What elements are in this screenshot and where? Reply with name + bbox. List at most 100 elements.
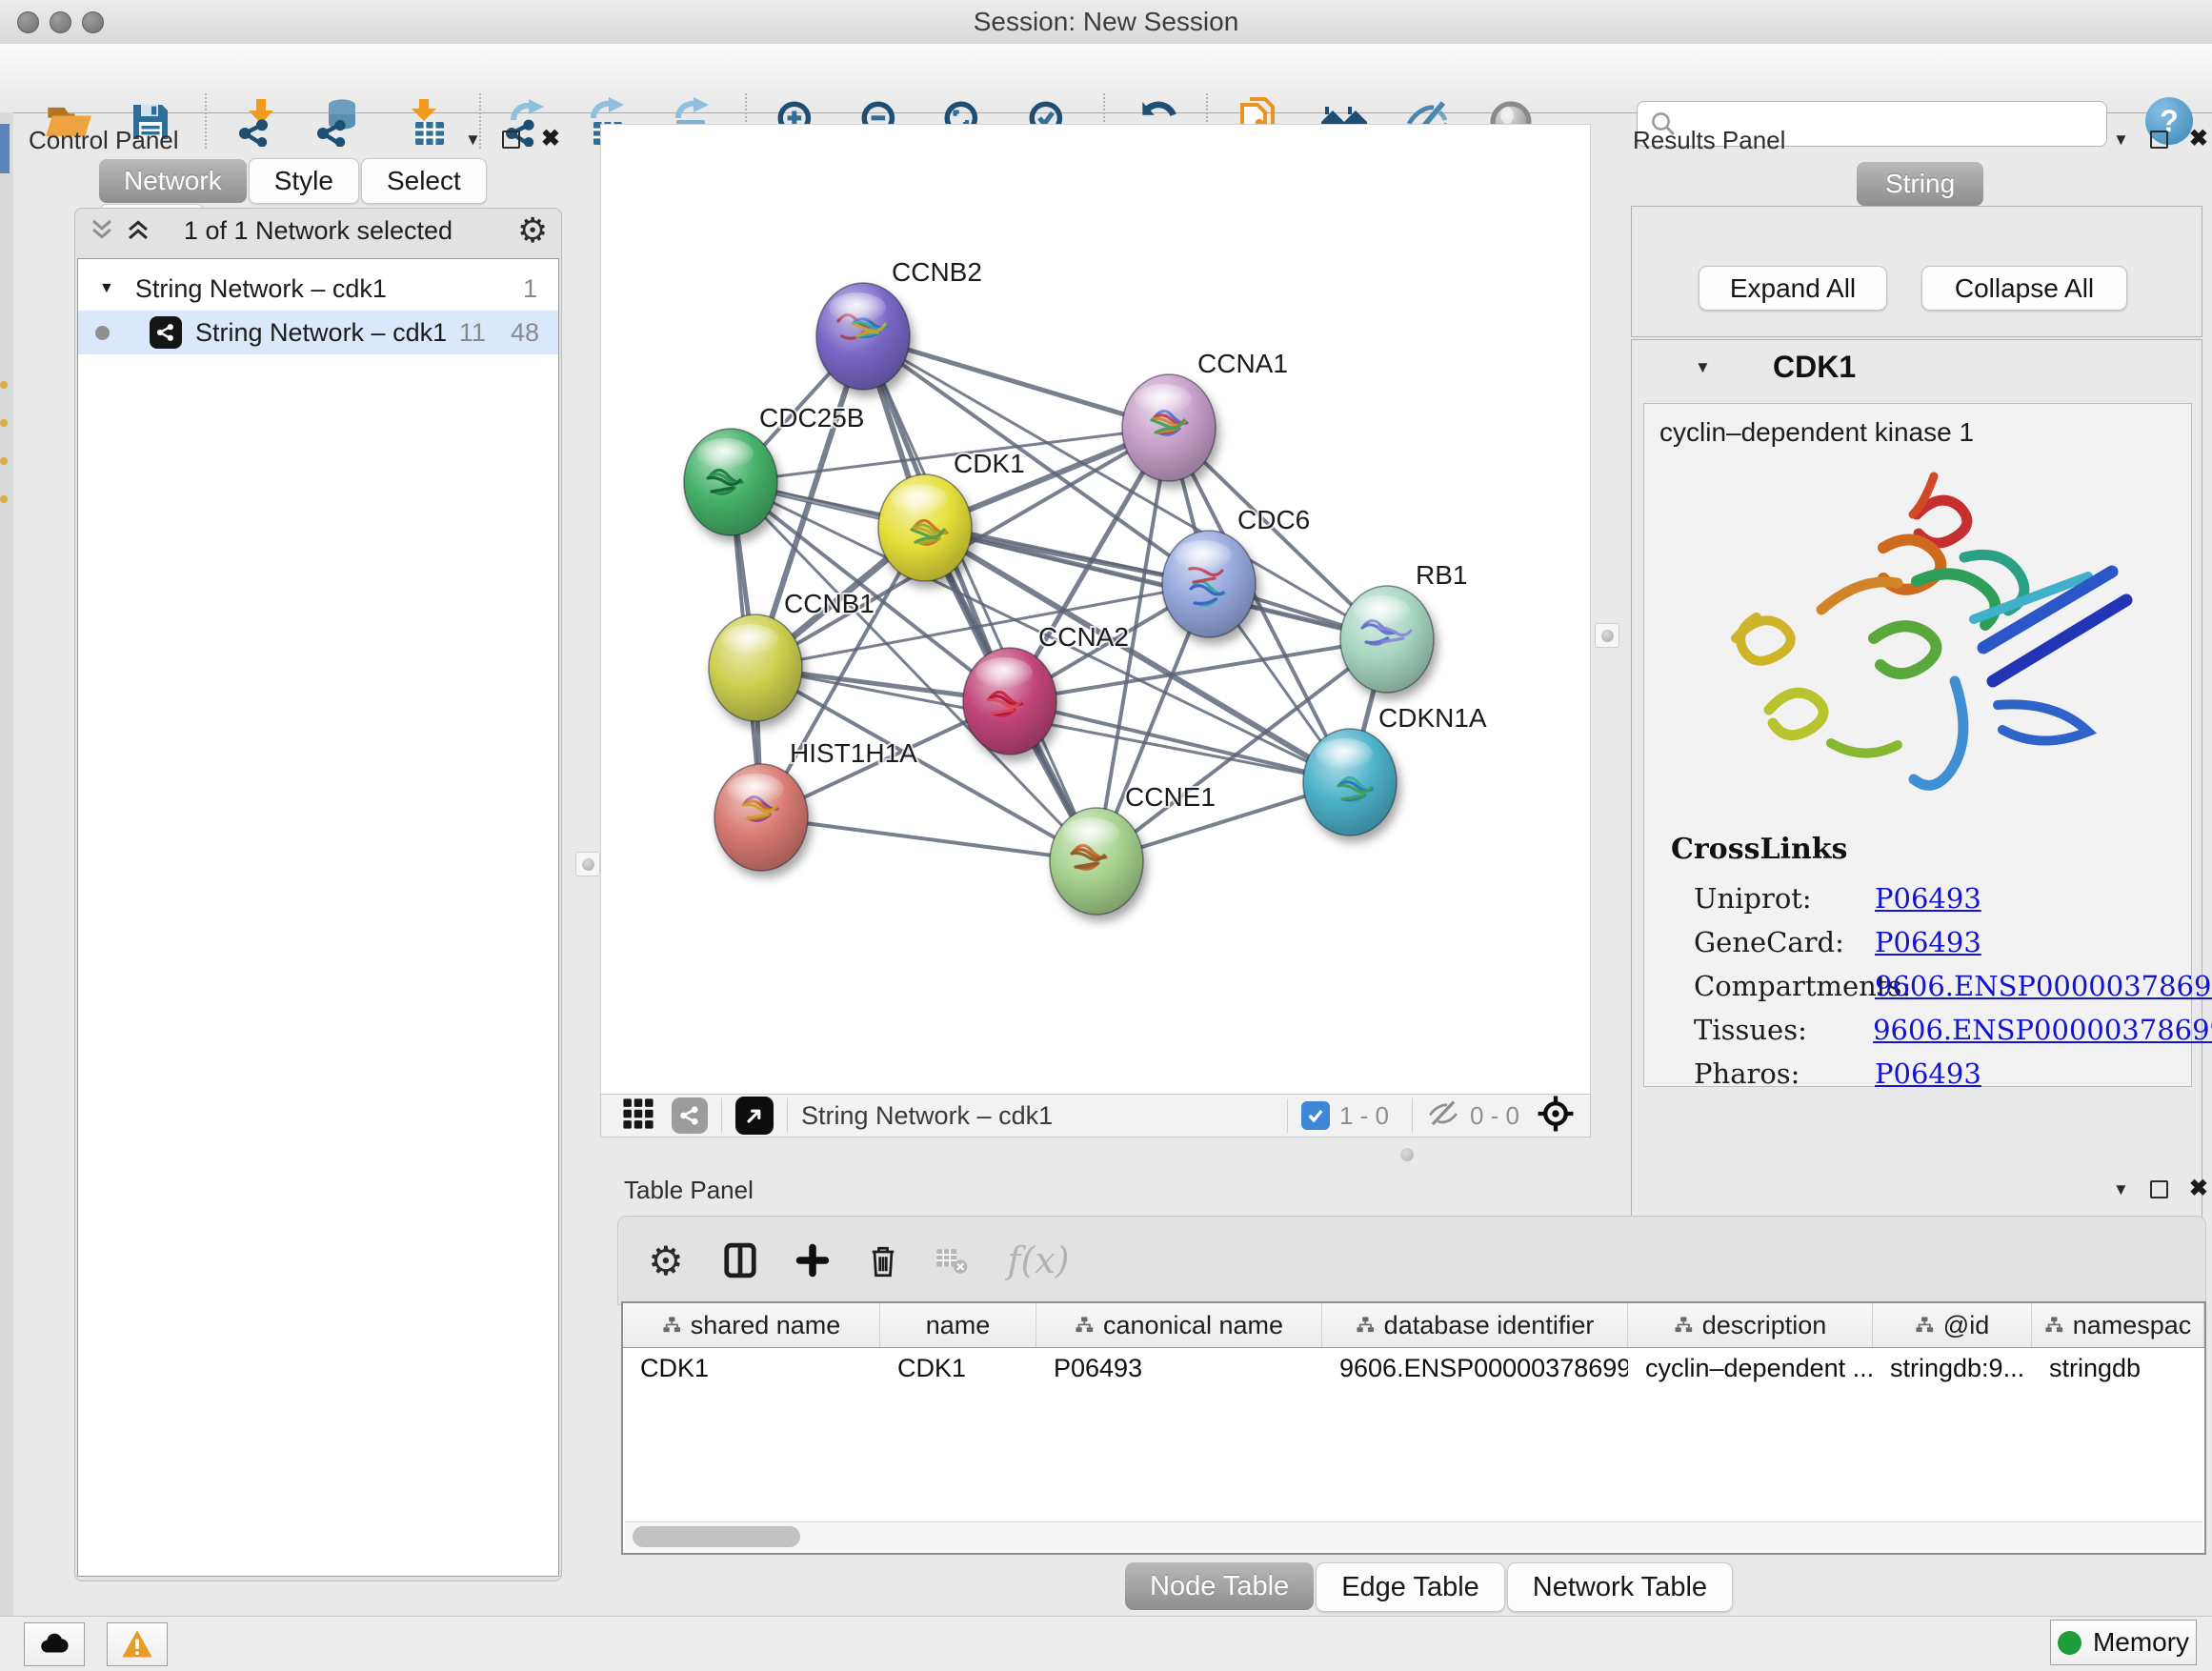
table-settings-gear-icon[interactable]: ⚙ [639,1234,693,1287]
crosslink-uniprot[interactable]: P06493 [1875,882,1981,915]
create-column-icon[interactable] [786,1234,839,1287]
cytoscape-window: Session: New Session [0,0,2212,1671]
network-node-CDC6[interactable] [1162,531,1256,637]
network-node-CCNE1[interactable] [1050,808,1143,915]
tree-collapse-caret-icon[interactable]: ▼ [99,280,114,297]
column-header-shared-name[interactable]: shared name [623,1303,880,1347]
collapse-all-button[interactable]: Collapse All [1921,266,2127,311]
maximize-panel-button[interactable] [502,131,520,149]
close-panel-button[interactable]: ✖ [2189,1179,2208,1198]
column-header-label: namespac [2073,1311,2192,1340]
float-panel-button[interactable]: ▼ [2113,1181,2129,1198]
tab-style[interactable]: Style [249,158,359,204]
table-hscrollbar[interactable] [625,1521,2202,1551]
memory-button[interactable]: Memory [2050,1620,2197,1665]
network-canvas[interactable]: CCNB2CCNA1CDC25BCDK1CDC6RB1CCNB1CCNA2CDK… [600,124,1591,1096]
gene-description: cyclin–dependent kinase 1 [1659,417,1974,448]
collection-count: 1 [523,274,537,304]
background-window-edge [0,112,13,1671]
table-hscrollbar-thumb[interactable] [633,1526,800,1547]
column-header-namespac[interactable]: namespac [2032,1303,2204,1347]
float-panel-button[interactable]: ▼ [465,131,481,148]
column-header--id[interactable]: @id [1873,1303,2032,1347]
table-cell[interactable]: stringdb [2032,1347,2204,1389]
network-collection-row[interactable]: ▼ String Network – cdk1 1 [78,267,558,311]
clear-table-icon[interactable] [925,1234,978,1287]
string-network-icon [150,316,182,349]
column-header-label: shared name [691,1311,841,1340]
crosslink-pharos[interactable]: P06493 [1875,1057,1981,1090]
network-node-CCNA2[interactable] [963,648,1056,755]
current-network-dot-icon [95,326,110,340]
table-panel-title: Table Panel [624,1176,754,1205]
column-header-canonical-name[interactable]: canonical name [1036,1303,1322,1347]
network-node-CDKN1A[interactable] [1303,729,1397,836]
network-view-title: String Network – cdk1 [801,1101,1053,1131]
crosslink-compartments[interactable]: 9606.ENSP00000378699 [1875,970,2212,1002]
network-node-CCNB2[interactable] [816,283,910,390]
network-edge[interactable] [761,817,1096,861]
crosslink-row: Pharos:P06493 [1694,1052,2212,1096]
float-panel-button[interactable]: ▼ [2113,131,2129,148]
column-header-label: canonical name [1103,1311,1283,1340]
collection-label: String Network – cdk1 [135,274,387,304]
column-header-description[interactable]: description [1628,1303,1873,1347]
network-node-HIST1H1A[interactable] [714,764,808,871]
tab-network-table[interactable]: Network Table [1507,1562,1733,1612]
memory-label: Memory [2093,1627,2189,1658]
tab-node-table[interactable]: Node Table [1125,1562,1314,1610]
crosslink-genecard[interactable]: P06493 [1875,926,1981,958]
tab-string[interactable]: String [1857,162,1983,206]
maximize-panel-button[interactable] [2150,1180,2168,1198]
close-panel-button[interactable]: ✖ [541,130,560,149]
fit-content-crosshair-icon[interactable] [1537,1095,1575,1137]
network-options-gear-icon[interactable]: ⚙ [517,211,548,251]
table-cell[interactable]: CDK1 [623,1347,880,1389]
status-bar: Memory [0,1616,2212,1671]
gene-collapse-caret-icon[interactable]: ▼ [1695,359,1711,375]
network-edge[interactable] [1010,701,1350,782]
selected-nodes-checkbox[interactable] [1301,1101,1330,1130]
column-header-name[interactable]: name [880,1303,1036,1347]
network-node-CCNA1[interactable] [1122,374,1216,481]
open-in-browser-icon[interactable] [735,1097,774,1135]
network-node-CDK1[interactable] [878,474,972,581]
crosslink-tissues[interactable]: 9606.ENSP00000378699 [1873,1014,2212,1046]
string-settings-icon[interactable] [672,1097,708,1134]
maximize-panel-button[interactable] [2150,131,2168,149]
show-columns-icon[interactable] [714,1234,767,1287]
function-builder-icon[interactable]: f(x) [995,1234,1081,1287]
close-panel-button[interactable]: ✖ [2189,130,2208,149]
right-splitter-handle[interactable] [1595,623,1619,648]
crosslink-label: GeneCard: [1694,926,1875,958]
network-node-RB1[interactable] [1340,586,1434,693]
cloud-button[interactable] [24,1622,85,1666]
node-label: CCNE1 [1125,782,1216,812]
delete-column-icon[interactable] [856,1234,910,1287]
tab-select[interactable]: Select [361,158,487,204]
table-row[interactable]: CDK1CDK1P064939606.ENSP00000378699cyclin… [623,1347,2204,1389]
network-view-toolbar: String Network – cdk1 1 - 0 0 - 0 [600,1094,1591,1137]
expand-all-button[interactable]: Expand All [1699,266,1887,311]
table-cell[interactable]: CDK1 [880,1347,1036,1389]
crosslink-row: Compartments:9606.ENSP00000378699 [1694,964,2212,1008]
column-header-database-identifier[interactable]: database identifier [1322,1303,1628,1347]
network-node-CDC25B[interactable] [684,429,777,535]
left-splitter-handle[interactable] [575,852,600,876]
network-edge[interactable] [863,336,1096,861]
network-node-CCNB1[interactable] [709,614,802,721]
column-header-label: database identifier [1384,1311,1595,1340]
table-cell[interactable]: P06493 [1036,1347,1322,1389]
network-tree: ▼ String Network – cdk1 1 String Network… [77,258,559,1577]
birdseye-view-icon[interactable] [622,1097,654,1135]
table-cell[interactable]: cyclin–dependent ... [1628,1347,1873,1389]
bottom-splitter-handle[interactable] [1400,1148,1414,1161]
network-row-selected[interactable]: String Network – cdk1 11 48 [78,311,558,354]
results-panel: Results Panel ▼ ✖ String Expand All Coll… [1619,122,2212,1136]
table-cell[interactable]: stringdb:9... [1873,1347,2032,1389]
table-cell[interactable]: 9606.ENSP00000378699 [1322,1347,1628,1389]
tab-edge-table[interactable]: Edge Table [1316,1562,1505,1612]
warnings-button[interactable] [107,1622,168,1666]
hidden-eye-icon[interactable] [1426,1097,1460,1136]
tab-network[interactable]: Network [99,159,247,203]
